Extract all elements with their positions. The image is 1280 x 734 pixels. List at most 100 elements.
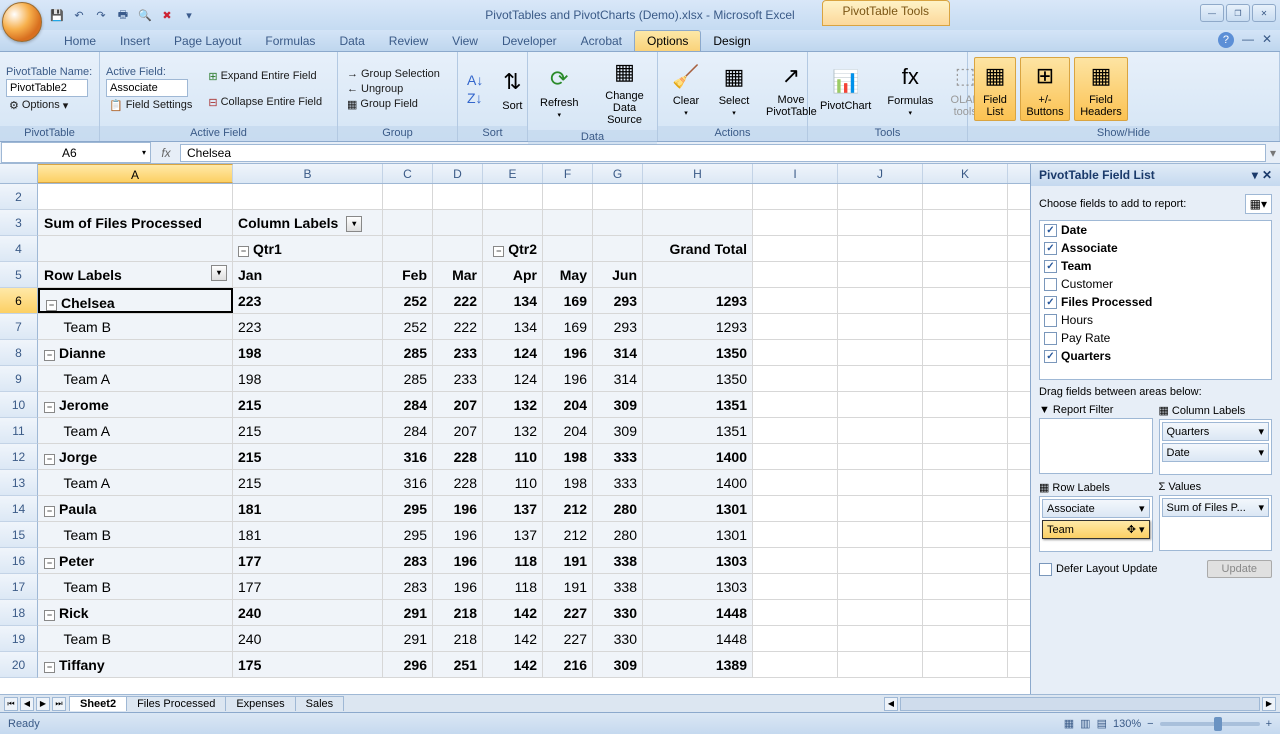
cell[interactable] [543, 210, 593, 235]
cell[interactable]: 1351 [643, 392, 753, 417]
sheet-tab-files[interactable]: Files Processed [126, 696, 226, 711]
cell[interactable] [433, 236, 483, 261]
cell[interactable]: 316 [383, 444, 433, 469]
cell[interactable] [753, 392, 838, 417]
cell[interactable]: 252 [383, 288, 433, 313]
active-field-input[interactable] [106, 79, 188, 97]
row-header-9[interactable]: 9 [0, 366, 38, 392]
tab-pagelayout[interactable]: Page Layout [162, 31, 253, 51]
cell[interactable] [753, 444, 838, 469]
tab-nav-prev[interactable]: ◀ [20, 697, 34, 711]
cell[interactable]: 134 [483, 314, 543, 339]
cell[interactable] [753, 652, 838, 677]
cell[interactable] [923, 236, 1008, 261]
cell[interactable] [483, 210, 543, 235]
cell[interactable] [923, 184, 1008, 209]
cell[interactable] [838, 210, 923, 235]
cell[interactable]: Team B [38, 522, 233, 547]
close-button[interactable]: ✕ [1252, 4, 1276, 22]
cell[interactable]: 142 [483, 600, 543, 625]
help-icon[interactable]: ? [1218, 32, 1234, 48]
cell[interactable]: 198 [543, 444, 593, 469]
row-header-11[interactable]: 11 [0, 418, 38, 444]
cell[interactable]: 223 [233, 314, 383, 339]
cell[interactable] [838, 470, 923, 495]
cell[interactable]: −Rick [38, 600, 233, 625]
cell[interactable] [838, 340, 923, 365]
qat-customize-icon[interactable]: ▾ [180, 6, 198, 24]
cell[interactable]: −Paula [38, 496, 233, 521]
row-header-14[interactable]: 14 [0, 496, 38, 522]
cell[interactable]: 285 [383, 366, 433, 391]
view-break-icon[interactable]: ▤ [1097, 717, 1107, 730]
group-field-button[interactable]: ▦ Group Field [344, 97, 443, 112]
cell[interactable]: 284 [383, 418, 433, 443]
cell[interactable]: Team B [38, 314, 233, 339]
cell[interactable]: 1400 [643, 444, 753, 469]
pm-buttons-toggle[interactable]: ⊞+/- Buttons [1020, 57, 1070, 121]
cell[interactable]: 1448 [643, 626, 753, 651]
cell[interactable]: 142 [483, 652, 543, 677]
col-header-G[interactable]: G [593, 164, 643, 183]
cell[interactable]: 204 [543, 392, 593, 417]
close-workbook-icon[interactable]: ✕ [1262, 32, 1272, 48]
cell[interactable] [753, 470, 838, 495]
cell[interactable] [383, 184, 433, 209]
tab-insert[interactable]: Insert [108, 31, 162, 51]
cell[interactable]: 215 [233, 418, 383, 443]
cell[interactable]: 124 [483, 340, 543, 365]
cell[interactable] [923, 444, 1008, 469]
cell[interactable]: 228 [433, 470, 483, 495]
cell[interactable] [753, 288, 838, 313]
cell[interactable]: Team B [38, 626, 233, 651]
sheet-tab-sheet2[interactable]: Sheet2 [69, 696, 127, 711]
area-item-team[interactable]: Team✥ ▾ [1042, 520, 1150, 539]
expand-field-button[interactable]: ⊞ Expand Entire Field [205, 69, 325, 84]
ungroup-button[interactable]: ← Ungroup [344, 82, 443, 96]
col-header-K[interactable]: K [923, 164, 1008, 183]
cell[interactable] [753, 366, 838, 391]
sort-az-button[interactable]: A↓ [464, 71, 486, 89]
row-header-20[interactable]: 20 [0, 652, 38, 678]
row-header-19[interactable]: 19 [0, 626, 38, 652]
tab-nav-last[interactable]: ⏭ [52, 697, 66, 711]
cell[interactable] [923, 392, 1008, 417]
cell[interactable]: 240 [233, 626, 383, 651]
cell[interactable] [753, 418, 838, 443]
cell[interactable]: −Dianne [38, 340, 233, 365]
cell[interactable] [38, 236, 233, 261]
group-selection-button[interactable]: → Group Selection [344, 67, 443, 81]
field-pay-rate[interactable]: Pay Rate [1040, 329, 1271, 347]
cell[interactable]: 196 [433, 574, 483, 599]
col-header-J[interactable]: J [838, 164, 923, 183]
select-button[interactable]: ▦Select▾ [712, 59, 756, 119]
cell[interactable] [753, 522, 838, 547]
cell[interactable]: 215 [233, 444, 383, 469]
cell[interactable]: 198 [233, 340, 383, 365]
cell[interactable]: Jan [233, 262, 383, 287]
cell[interactable]: 196 [433, 496, 483, 521]
cell[interactable]: 223 [233, 288, 383, 313]
cell[interactable] [543, 184, 593, 209]
cell[interactable]: 291 [383, 600, 433, 625]
cell[interactable]: 233 [433, 340, 483, 365]
cell[interactable]: −Jerome [38, 392, 233, 417]
cell[interactable]: Team A [38, 366, 233, 391]
cell[interactable]: 181 [233, 522, 383, 547]
cell[interactable] [383, 210, 433, 235]
hscroll-track[interactable] [900, 697, 1260, 711]
tab-design[interactable]: Design [701, 31, 762, 51]
cell[interactable]: 284 [383, 392, 433, 417]
cell[interactable]: 295 [383, 522, 433, 547]
cell[interactable] [838, 444, 923, 469]
cell[interactable]: Team B [38, 574, 233, 599]
cell[interactable]: 333 [593, 444, 643, 469]
cell[interactable] [838, 600, 923, 625]
cell[interactable]: 280 [593, 496, 643, 521]
cell[interactable] [923, 210, 1008, 235]
cell[interactable]: 212 [543, 522, 593, 547]
field-team[interactable]: ✓Team [1040, 257, 1271, 275]
office-button[interactable] [2, 2, 42, 42]
cell[interactable] [923, 314, 1008, 339]
tab-review[interactable]: Review [377, 31, 440, 51]
